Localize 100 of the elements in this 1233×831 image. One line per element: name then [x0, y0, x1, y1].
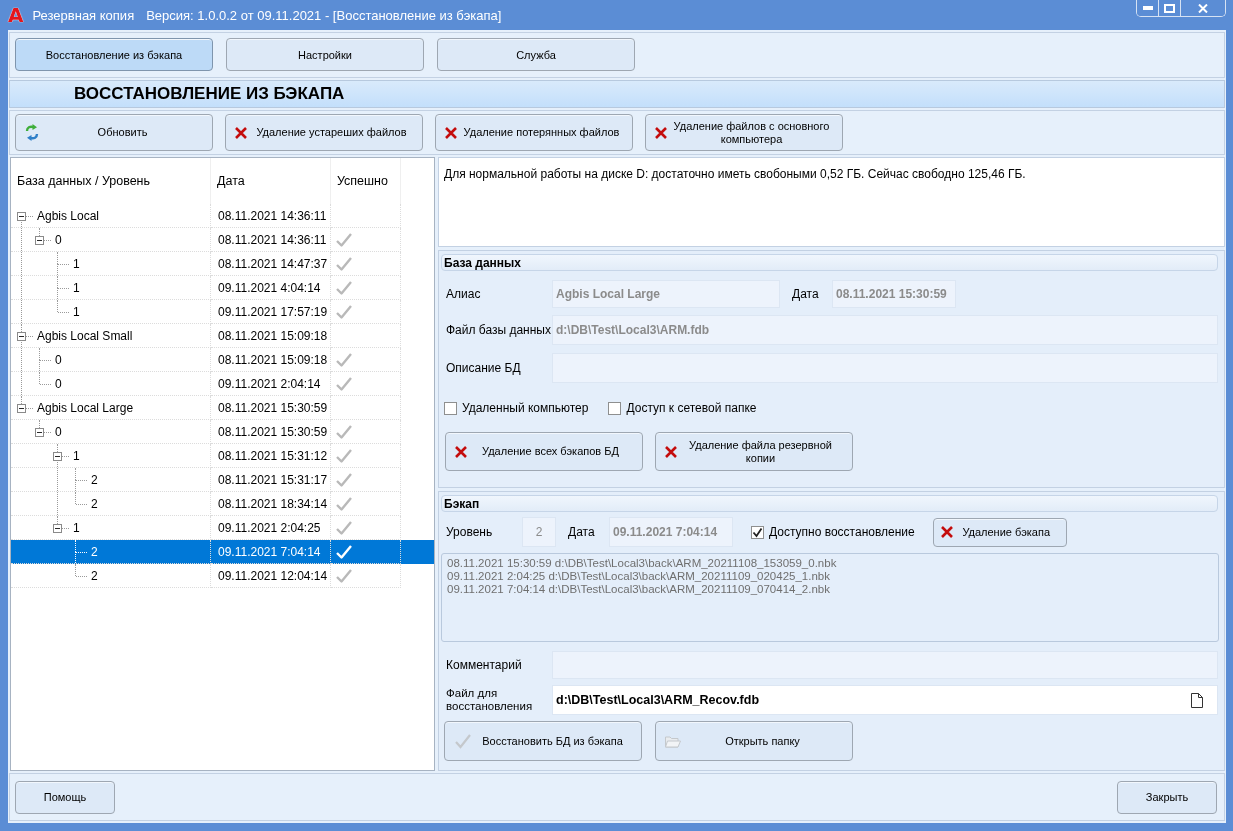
check-icon: [454, 733, 472, 749]
help-button[interactable]: Помощь: [15, 780, 115, 814]
column-header[interactable]: Успешно: [331, 158, 401, 204]
field-label: Комментарий: [446, 658, 523, 672]
checkbox-label: Доступ к сетевой папке: [626, 401, 757, 415]
group-title: Бэкап: [441, 495, 1218, 512]
date-cell: 08.11.2021 15:31:12: [211, 444, 331, 468]
tree-row[interactable]: 0 08.11.2021 15:30:59: [11, 420, 434, 444]
checkbox[interactable]: [608, 401, 622, 415]
date-cell: 09.11.2021 17:57:19: [211, 300, 331, 324]
tree-row[interactable]: 2 08.11.2021 15:31:17: [11, 468, 434, 492]
minimize-button[interactable]: [1137, 0, 1159, 16]
delete-icon: [665, 445, 677, 458]
date-cell: 08.11.2021 15:30:59: [211, 420, 331, 444]
date-cell: 08.11.2021 15:09:18: [211, 324, 331, 348]
collapse-icon[interactable]: [35, 428, 44, 437]
minimize-icon: [1142, 6, 1153, 10]
tree-row[interactable]: 1 08.11.2021 15:31:12: [11, 444, 434, 468]
collapse-icon[interactable]: [35, 236, 44, 245]
file-icon[interactable]: [1191, 692, 1203, 708]
refresh-icon: [25, 124, 39, 141]
checkbox-label: Доступно восстановление: [769, 525, 915, 539]
checkbox[interactable]: [444, 401, 457, 415]
checkbox-label: Удаленный компьютер: [462, 401, 589, 415]
date-cell: 09.11.2021 4:04:14: [211, 276, 331, 300]
tree-row[interactable]: 2 09.11.2021 7:04:14: [11, 540, 434, 564]
node-label: 1: [73, 304, 80, 319]
field-label: Файл базы данных: [446, 323, 552, 337]
node-label: 1: [73, 520, 80, 535]
window-title: Резервная копия: [32, 7, 135, 23]
tree-row[interactable]: 0 08.11.2021 14:36:11: [11, 228, 434, 252]
date-cell: 08.11.2021 14:47:37: [211, 252, 331, 276]
disk-info-text: Для нормальной работы на диске D: достаточно иметь свобоными 0,52 ГБ. Сейчас свободно 125,46 ГБ.: [444, 167, 1026, 181]
tree-row[interactable]: 2 09.11.2021 12:04:14: [11, 564, 434, 588]
folder-icon: [665, 734, 681, 748]
collapse-icon[interactable]: [53, 524, 62, 533]
delete-button[interactable]: Удаление потерянных файлов: [435, 114, 633, 151]
date-cell: 09.11.2021 7:04:14: [211, 540, 331, 564]
maximize-icon: [1164, 3, 1175, 13]
log-entry: 09.11.2021 7:04:14 d:\DB\Test\Local3\back\ARM_20211109_070414_2.nbk: [447, 583, 831, 596]
section-title: ВОССТАНОВЛЕНИЕ ИЗ БЭКАПА: [9, 80, 1225, 108]
field-label: Файл для восстановления: [446, 687, 534, 713]
delete-button[interactable]: Удаление файлов с основного компьютера: [645, 114, 843, 151]
node-label: 2: [91, 496, 98, 511]
collapse-icon[interactable]: [17, 332, 26, 341]
tab[interactable]: Служба: [437, 38, 635, 71]
close-window-button[interactable]: Закрыть: [1117, 780, 1217, 814]
tree-row[interactable]: 2 08.11.2021 18:34:14: [11, 492, 434, 516]
date-cell: 09.11.2021 2:04:14: [211, 372, 331, 396]
close-icon: [1198, 3, 1208, 13]
node-label: 0: [55, 232, 62, 247]
node-label: Agbis Local: [37, 208, 100, 223]
node-label: 0: [55, 352, 62, 367]
node-label: Agbis Local Small: [37, 328, 133, 343]
delete-button[interactable]: Удаление устареших файлов: [225, 114, 423, 151]
restore-button[interactable]: Восстановить БД из бэкапа: [444, 721, 642, 761]
tab[interactable]: Настройки: [226, 38, 424, 71]
date-cell: 08.11.2021 18:34:14: [211, 492, 331, 516]
checkbox[interactable]: [751, 525, 764, 539]
refresh-button[interactable]: Обновить: [15, 114, 213, 151]
log-entry: 08.11.2021 15:30:59 d:\DB\Test\Local3\back\ARM_20211108_153059_0.nbk: [447, 557, 838, 570]
field-label: Дата: [568, 525, 596, 539]
delete-icon: [940, 526, 953, 538]
date-cell: 08.11.2021 14:36:11: [211, 204, 331, 228]
tree-row[interactable]: 0 08.11.2021 15:09:18: [11, 348, 434, 372]
delete-button[interactable]: Удаление всех бэкапов БД: [445, 432, 643, 471]
date-cell: 08.11.2021 15:31:17: [211, 468, 331, 492]
field-label: Алиас: [446, 287, 482, 301]
collapse-icon[interactable]: [17, 404, 26, 413]
collapse-icon[interactable]: [53, 452, 62, 461]
open-folder-button[interactable]: Открыть папку: [655, 721, 853, 761]
node-label: 1: [73, 448, 80, 463]
delete-button[interactable]: Удаление файла резервной копии: [655, 432, 853, 471]
node-label: Agbis Local Large: [37, 400, 134, 415]
collapse-icon[interactable]: [17, 212, 26, 221]
app-logo: A: [8, 6, 24, 24]
tree-row[interactable]: 1 08.11.2021 14:47:37: [11, 252, 434, 276]
delete-button[interactable]: Удаление бэкапа: [932, 517, 1067, 547]
tree-row[interactable]: 1 09.11.2021 17:57:19: [11, 300, 434, 324]
delete-icon: [235, 126, 247, 139]
backup-log-list[interactable]: [441, 553, 1219, 642]
group-title: База данных: [441, 254, 1218, 271]
date-cell: 08.11.2021 15:09:18: [211, 348, 331, 372]
date-cell: 09.11.2021 12:04:14: [211, 564, 331, 588]
node-label: 1: [73, 280, 80, 295]
tree-row[interactable]: Agbis Local 08.11.2021 14:36:11: [11, 204, 434, 228]
tree-row[interactable]: Agbis Local Small 08.11.2021 15:09:18: [11, 324, 434, 348]
column-header[interactable]: База данных / Уровень: [11, 158, 211, 204]
delete-icon: [445, 126, 457, 139]
column-header[interactable]: Дата: [211, 158, 331, 204]
tree-row[interactable]: Agbis Local Large 08.11.2021 15:30:59: [11, 396, 434, 420]
window-subtitle: Версия: 1.0.0.2 от 09.11.2021 - [Восстановление из бэкапа]: [146, 7, 502, 23]
restore-file-path: d:\DB\Test\Local3\ARM_Recov.fdb: [556, 693, 761, 707]
tab[interactable]: Восстановление из бэкапа: [15, 38, 213, 71]
node-label: 0: [55, 424, 62, 439]
date-cell: 08.11.2021 15:30:59: [211, 396, 331, 420]
tree-row[interactable]: 1 09.11.2021 4:04:14: [11, 276, 434, 300]
field-label: Дата: [792, 287, 820, 301]
restore-file-field[interactable]: d:\DB\Test\Local3\ARM_Recov.fdb: [552, 685, 1218, 715]
tree-row[interactable]: 0 09.11.2021 2:04:14: [11, 372, 434, 396]
